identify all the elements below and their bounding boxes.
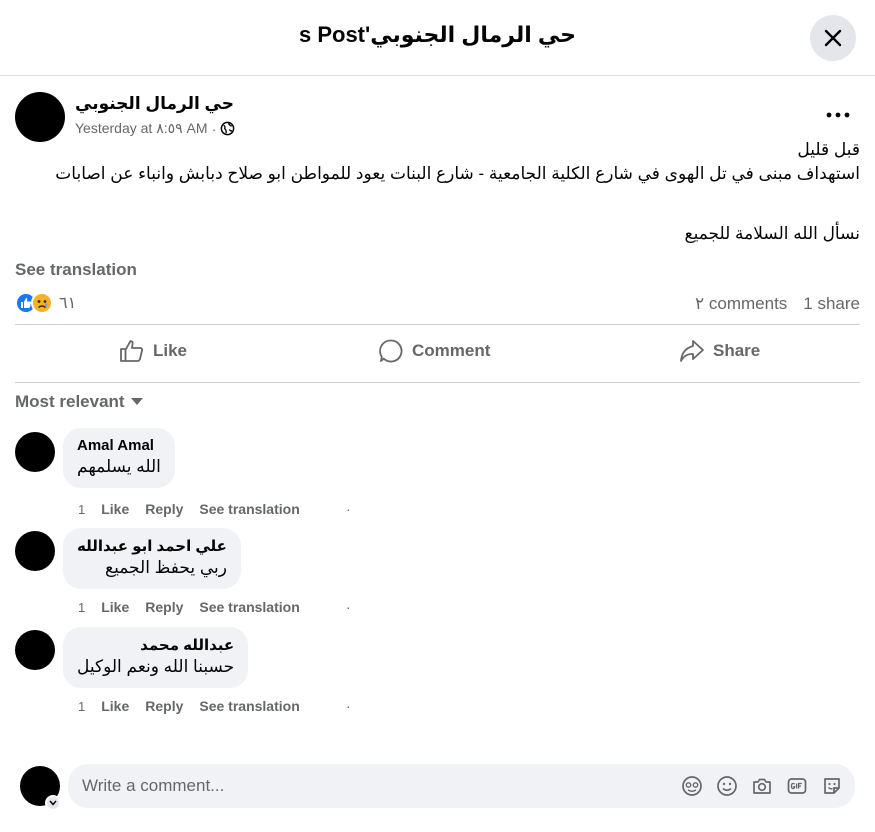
composer-icons — [681, 775, 843, 797]
comment-separator-dot: · — [346, 501, 351, 517]
comments-count[interactable]: ٢ comments — [695, 294, 787, 314]
thumbs-up-icon — [120, 340, 143, 362]
dialog-header: حي الرمال الجنوبي's Post — [0, 0, 875, 76]
comment-input[interactable] — [82, 764, 642, 808]
commenter-name[interactable]: عبدالله محمد — [77, 636, 234, 654]
commenter-avatar[interactable] — [15, 432, 55, 472]
comment-separator-dot: · — [346, 599, 351, 615]
comment-see-translation[interactable]: See translation — [199, 599, 299, 615]
comment-time[interactable]: 1 — [78, 502, 85, 517]
sticker-button[interactable] — [821, 775, 843, 797]
page-avatar[interactable] — [15, 92, 65, 142]
shares-count[interactable]: 1 share — [803, 294, 860, 314]
see-translation-link[interactable]: See translation — [15, 260, 137, 280]
avatar-sticker-icon — [682, 776, 702, 796]
comment-like-button[interactable]: Like — [101, 698, 129, 714]
like-label: Like — [153, 341, 188, 360]
post-text-line-3: نسأل الله السلامة للجميع — [684, 224, 860, 243]
comment-text: حسبنا الله ونعم الوكيل — [77, 657, 235, 676]
comment-like-button[interactable]: Like — [101, 599, 129, 615]
share-button[interactable]: Share — [679, 332, 760, 370]
comment-reply-button[interactable]: Reply — [145, 599, 183, 615]
comment-label: Comment — [412, 341, 491, 360]
dialog-title: حي الرمال الجنوبي's Post — [298, 22, 576, 47]
comment-reply-button[interactable]: Reply — [145, 698, 183, 714]
gif-icon — [787, 778, 807, 794]
profile-switch-button[interactable] — [45, 795, 61, 811]
gif-button[interactable] — [786, 775, 808, 797]
comment-see-translation[interactable]: See translation — [199, 501, 299, 517]
post-stats: ٢ comments 1 share — [695, 294, 860, 314]
comment-button[interactable]: Comment — [378, 332, 490, 370]
share-icon — [680, 340, 704, 362]
close-icon — [824, 29, 842, 47]
divider-bottom — [15, 382, 860, 383]
commenter-avatar[interactable] — [15, 531, 55, 571]
avatar-sticker-button[interactable] — [681, 775, 703, 797]
comment-separator-dot: · — [346, 698, 351, 714]
comment-reply-button[interactable]: Reply — [145, 501, 183, 517]
more-dots-icon — [826, 112, 850, 118]
caret-down-icon — [130, 398, 143, 405]
comment-sort-dropdown[interactable]: Most relevant — [15, 392, 143, 412]
reaction-count: ٦١ — [59, 295, 77, 312]
reactions-summary[interactable]: ٦١ — [15, 292, 76, 314]
comment-text: ربي يحفظ الجميع — [105, 558, 227, 577]
comment-text: الله يسلمهم — [77, 457, 161, 476]
globe-icon — [220, 121, 235, 136]
close-button[interactable] — [810, 15, 856, 61]
chevron-down-icon — [49, 800, 57, 806]
share-label: Share — [713, 341, 761, 360]
comment-time[interactable]: 1 — [78, 699, 85, 714]
commenter-avatar[interactable] — [15, 630, 55, 670]
emoji-button[interactable] — [716, 775, 738, 797]
sticker-icon — [824, 778, 840, 794]
comment-actions: 1 Like Reply See translation — [78, 501, 300, 517]
smiley-icon — [717, 776, 737, 796]
sort-label: Most relevant — [15, 392, 125, 411]
comment-composer — [68, 764, 855, 808]
comment-icon — [379, 339, 403, 363]
comment-like-button[interactable]: Like — [101, 501, 129, 517]
comment-time[interactable]: 1 — [78, 600, 85, 615]
comment-actions: 1 Like Reply See translation — [78, 698, 300, 714]
post-meta: Yesterday at ٨:٥٩ AM · — [75, 120, 235, 137]
post-text-line-1: قبل قليل — [797, 140, 860, 159]
post-text-line-2: استهداف مبنى في تل الهوى في شارع الكلية … — [55, 164, 860, 183]
post-options-button[interactable] — [822, 100, 854, 130]
like-button[interactable]: Like — [119, 332, 187, 370]
comment-actions: 1 Like Reply See translation — [78, 599, 300, 615]
comment-bubble: Amal Amal الله يسلمهم — [63, 428, 175, 488]
photo-button[interactable] — [751, 775, 773, 797]
comment-bubble: علي احمد ابو عبدالله ربي يحفظ الجميع — [63, 528, 241, 589]
comment-see-translation[interactable]: See translation — [199, 698, 299, 714]
comment-bubble: عبدالله محمد حسبنا الله ونعم الوكيل — [63, 627, 249, 688]
meta-separator: · — [211, 120, 217, 137]
divider-top — [15, 324, 860, 325]
post-author[interactable]: حي الرمال الجنوبي — [75, 94, 234, 114]
post-timestamp[interactable]: Yesterday at ٨:٥٩ AM — [75, 120, 208, 137]
sad-reaction-icon — [31, 292, 53, 314]
commenter-name[interactable]: علي احمد ابو عبدالله — [77, 537, 227, 555]
camera-icon — [753, 778, 771, 794]
commenter-name[interactable]: Amal Amal — [77, 437, 161, 454]
